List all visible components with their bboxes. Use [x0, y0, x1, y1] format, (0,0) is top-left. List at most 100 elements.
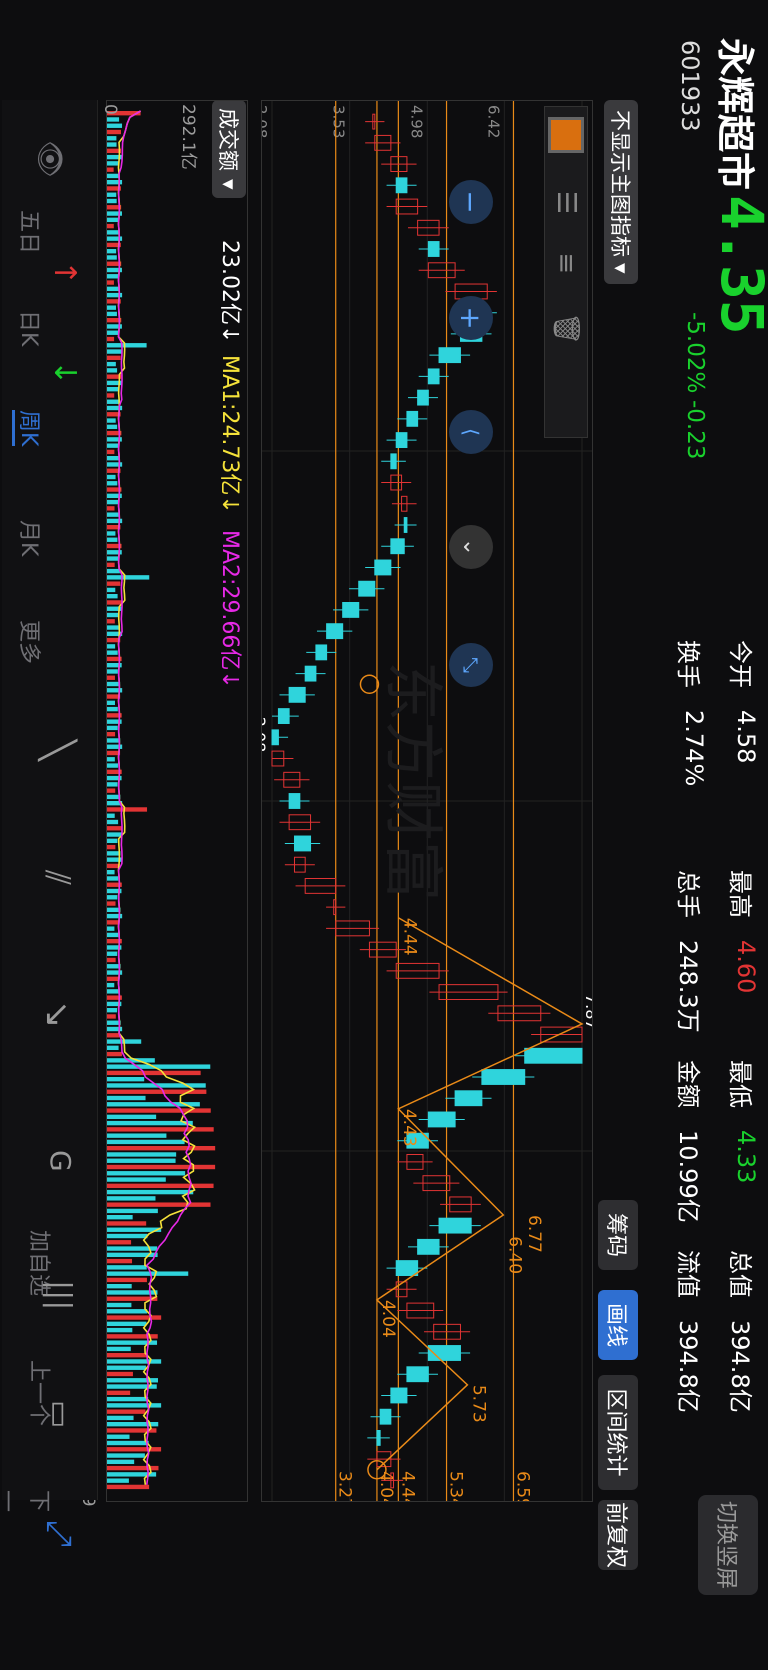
- annotation-label: 4.43: [399, 1109, 419, 1147]
- volume-bar: [106, 1271, 189, 1276]
- volume-bar: [106, 136, 117, 141]
- tab-week-k[interactable]: 周K: [12, 410, 47, 447]
- tab-day-k[interactable]: 日K: [15, 310, 47, 346]
- candle-body: [427, 241, 440, 257]
- interval-stats-button[interactable]: 区间统计: [598, 1375, 638, 1490]
- volume-bar: [107, 1277, 147, 1283]
- annotation-label: 6.77: [524, 1215, 544, 1253]
- line-style-icon[interactable]: ☰: [551, 191, 581, 214]
- rect-tool-icon[interactable]: ▭: [42, 1400, 77, 1428]
- volume-bar: [107, 393, 115, 398]
- tab-month-k[interactable]: 月K: [15, 520, 47, 556]
- stat-label: 今开: [726, 640, 754, 688]
- volume-bar: [107, 217, 119, 223]
- zoom-in-button[interactable]: +: [449, 296, 493, 340]
- volume-bar: [106, 418, 116, 423]
- volume-bar: [107, 512, 120, 517]
- stat-value: 10.99亿: [674, 1130, 702, 1223]
- volume-bar: [107, 807, 148, 812]
- volume-bar: [107, 976, 120, 982]
- high-price-label: 7.87: [582, 994, 592, 1030]
- draw-tools-box: ☰ ≡ 🗑: [544, 106, 588, 438]
- volume-bar: [107, 1014, 116, 1019]
- volume-bar: [106, 223, 114, 229]
- expand-icon[interactable]: ⤢: [39, 1520, 79, 1547]
- volume-bar: [107, 1196, 156, 1201]
- volume-bar: [107, 1390, 131, 1396]
- volume-bar: [107, 1177, 166, 1182]
- abs-change: -0.23: [682, 400, 708, 460]
- volume-bar: [107, 1346, 131, 1352]
- collapse-icon[interactable]: ⌄: [449, 525, 493, 569]
- volume-bar: [106, 192, 117, 197]
- volume-bar: [106, 1215, 133, 1220]
- candle-body: [524, 1047, 583, 1064]
- volume-bar: [107, 819, 119, 825]
- volume-bar: [106, 838, 118, 844]
- tab-more[interactable]: 更多: [15, 620, 47, 664]
- candle-body: [406, 1366, 429, 1383]
- next-button[interactable]: 下一个: [0, 1490, 57, 1512]
- volume-bar: [107, 1221, 147, 1226]
- volume-bar: [107, 788, 116, 793]
- volume-bar: [107, 1045, 119, 1051]
- volume-bar: [106, 587, 116, 593]
- volume-bar: [106, 725, 118, 731]
- volume-bar: [107, 343, 147, 348]
- volume-bar: [106, 650, 118, 655]
- volume-bar: [106, 876, 119, 881]
- draw-line-button[interactable]: 画线: [598, 1290, 638, 1360]
- volume-svg: [106, 110, 216, 1490]
- line-tool-icon[interactable]: ╲: [37, 740, 77, 760]
- chip-button[interactable]: 筹码: [598, 1200, 638, 1270]
- volume-bar: [106, 1033, 120, 1038]
- y-tick-label: 6.42: [484, 105, 502, 138]
- ray-tool-icon[interactable]: ↘: [37, 1000, 77, 1029]
- arrow-down-icon: ↓: [47, 360, 82, 386]
- candle-body: [358, 580, 376, 597]
- scroll-left-icon[interactable]: ⟨: [449, 410, 493, 454]
- candle-body: [271, 729, 279, 746]
- candle-body: [481, 1069, 526, 1085]
- switch-portrait-button[interactable]: 切换竖屏: [698, 1495, 758, 1595]
- volume-bar: [107, 1258, 133, 1264]
- indicator-dropdown[interactable]: 不显示主图指标 ▾: [604, 100, 638, 284]
- arrow-up-icon: ↑: [47, 260, 82, 286]
- candle-body: [342, 601, 360, 618]
- volume-bar: [107, 1202, 211, 1207]
- delete-icon[interactable]: 🗑: [551, 312, 581, 345]
- volume-bar: [106, 1309, 148, 1314]
- volume-bar: [107, 1189, 194, 1195]
- volume-bar: [107, 1302, 132, 1308]
- gann-tool-icon[interactable]: |||: [42, 1280, 77, 1310]
- candle-body: [427, 1111, 456, 1128]
- volume-bar: [106, 870, 115, 875]
- volume-bar: [107, 625, 121, 630]
- zoom-out-button[interactable]: −: [449, 180, 493, 224]
- annotation-label: 4.44: [399, 918, 419, 956]
- golden-tool-icon[interactable]: G: [44, 1150, 77, 1172]
- volume-bar: [106, 330, 119, 335]
- volume-bar: [107, 982, 115, 988]
- candle-body: [403, 517, 408, 533]
- tab-five-day[interactable]: 五日: [15, 210, 47, 254]
- parallel-tool-icon[interactable]: ⫽: [37, 870, 77, 885]
- volume-bar: [106, 568, 120, 574]
- volume-bar: [107, 1315, 162, 1320]
- eye-icon[interactable]: 👁: [32, 140, 67, 178]
- color-swatch-icon[interactable]: [548, 117, 584, 153]
- volume-bar: [106, 198, 117, 204]
- volume-bar: [107, 1133, 167, 1138]
- volume-bar: [107, 305, 116, 310]
- volume-bar: [106, 142, 117, 147]
- volume-chart[interactable]: [106, 100, 248, 1502]
- candle-body: [326, 623, 344, 640]
- adjust-button[interactable]: 前复权: [598, 1500, 638, 1570]
- volume-bar: [106, 311, 117, 317]
- candle-body: [288, 793, 301, 809]
- volume-bar: [106, 1453, 145, 1458]
- shrink-icon[interactable]: ⤡: [449, 643, 493, 687]
- line-width-icon[interactable]: ≡: [551, 252, 581, 274]
- volume-bar: [107, 456, 120, 461]
- volume-bar: [107, 1146, 216, 1151]
